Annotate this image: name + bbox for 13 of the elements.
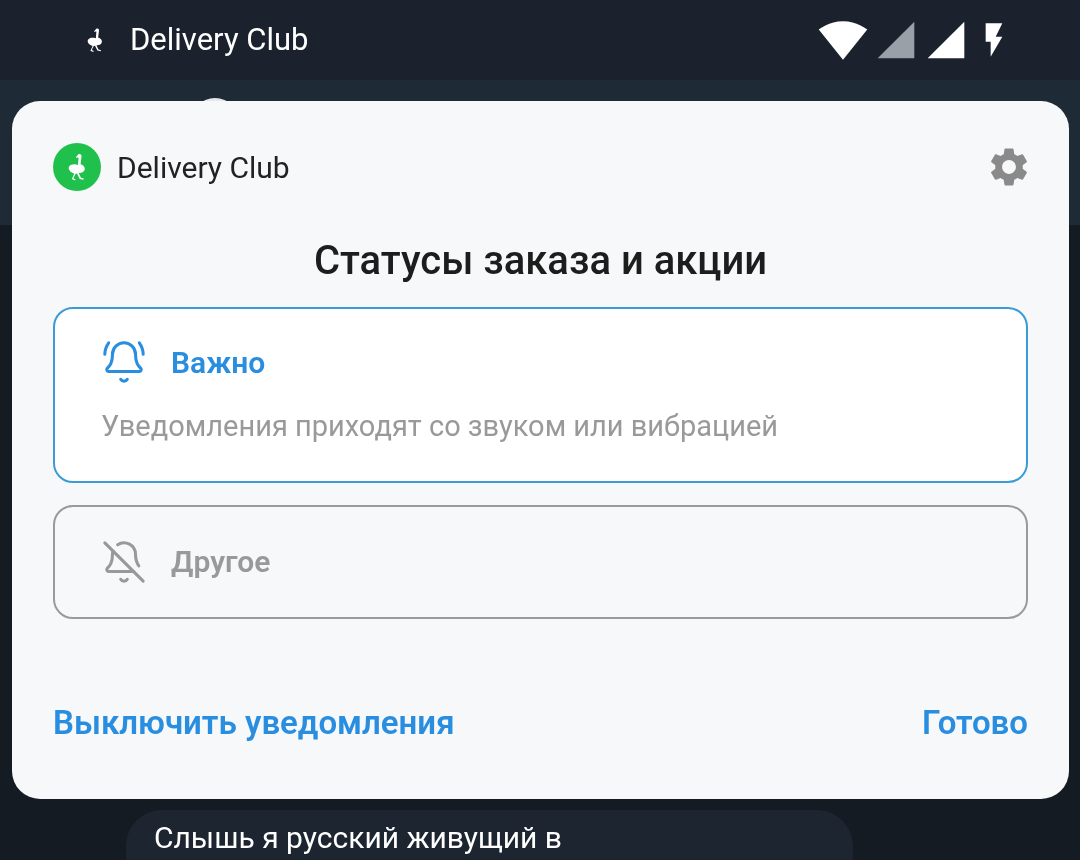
dialog-title: Статусы заказа и акции bbox=[312, 236, 769, 286]
status-app-name: Delivery Club bbox=[130, 19, 309, 60]
turn-off-button[interactable]: Выключить уведомления bbox=[53, 697, 455, 747]
channel-label: Важно bbox=[171, 343, 266, 382]
bell-icon bbox=[101, 339, 147, 385]
channel-label: Другое bbox=[171, 543, 271, 581]
channel-option[interactable]: Другое bbox=[53, 504, 1028, 619]
message-text: Слышь я русский живущий в bbox=[154, 820, 562, 855]
channel-option[interactable]: Важно Уведомления приходят со звуком или вибрацией bbox=[53, 307, 1028, 483]
channel-description: Уведомления приходят со звуком или вибрацией bbox=[101, 408, 779, 445]
app-name: Delivery Club bbox=[117, 148, 290, 187]
bell-off-icon bbox=[101, 538, 147, 585]
done-button[interactable]: Готово bbox=[922, 697, 1028, 747]
